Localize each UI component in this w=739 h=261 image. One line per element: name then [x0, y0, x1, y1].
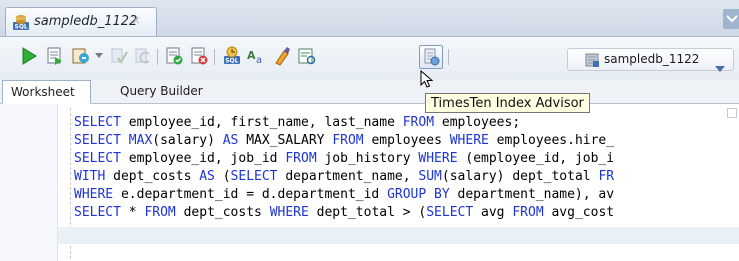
- sql-keyword: WHERE: [269, 205, 309, 220]
- sql-keyword: SELECT: [74, 115, 121, 130]
- sql-keyword: SELECT: [74, 133, 121, 148]
- sql-text: dept_total > (: [308, 205, 427, 220]
- document-tab-label: sampledb_1122: [34, 14, 138, 29]
- sql-text: (salary) dept_total: [441, 169, 599, 184]
- sql-keyword: SELECT: [74, 151, 121, 166]
- sql-text: (: [214, 169, 231, 184]
- sql-keyword: WHERE: [449, 133, 489, 148]
- current-line-highlight: [58, 227, 739, 244]
- code-line[interactable]: SELECT employee_id, job_id FROM job_hist…: [74, 150, 614, 167]
- commit-icon[interactable]: [108, 45, 130, 67]
- rollback-icon[interactable]: [132, 45, 154, 67]
- clear-icon[interactable]: [271, 45, 293, 67]
- code-line[interactable]: SELECT employee_id, first_name, last_nam…: [74, 114, 520, 131]
- sql-keyword: FROM: [285, 151, 317, 166]
- sql-text: department_name,: [277, 169, 419, 184]
- sql-text: employees.hire_: [488, 133, 615, 148]
- sql-text: (salary): [152, 133, 223, 148]
- sql-keyword: FROM: [402, 115, 435, 130]
- sql-keyword: SELECT: [426, 205, 474, 220]
- toolbar-separator: [448, 49, 449, 65]
- sql-text: avg_cost: [543, 205, 615, 220]
- sql-keyword: FROM: [144, 205, 176, 220]
- sql-tuning-icon[interactable]: [188, 45, 210, 67]
- sql-text: employees: [363, 133, 450, 148]
- autotrace-dropdown-icon[interactable]: [94, 45, 104, 67]
- autotrace-icon[interactable]: [70, 45, 92, 67]
- database-connection-icon: [584, 52, 600, 72]
- sql-history-icon[interactable]: SQL: [221, 45, 243, 67]
- connection-select[interactable]: sampledb_1122: [567, 48, 734, 72]
- sql-keyword: WHERE: [74, 187, 114, 202]
- sql-text: employees;: [434, 115, 521, 130]
- code-line[interactable]: SELECT * FROM dept_costs WHERE dept_tota…: [74, 204, 614, 221]
- code-line[interactable]: SELECT MAX(salary) AS MAX_SALARY FROM em…: [74, 132, 614, 149]
- sql-text: dept_costs: [175, 205, 270, 220]
- sql-worksheet-icon: SQL: [12, 13, 30, 35]
- to-upper-icon[interactable]: Aa: [246, 45, 268, 67]
- sql-keyword: SUM: [418, 169, 442, 184]
- sql-text: *: [120, 205, 145, 220]
- document-tab-sampledb[interactable]: SQL sampledb_1122 ×: [5, 7, 157, 36]
- close-icon[interactable]: ×: [131, 13, 141, 27]
- sql-keyword: SELECT: [74, 205, 121, 220]
- svg-text:a: a: [256, 55, 262, 66]
- sql-keyword: FR: [598, 169, 615, 184]
- tooltip: TimesTen Index Advisor: [425, 93, 590, 113]
- sql-text: dept_costs: [105, 169, 200, 184]
- timesten-index-advisor-button[interactable]: [419, 45, 443, 69]
- tab-list-dropdown[interactable]: [723, 9, 739, 29]
- sql-text: MAX_SALARY: [238, 133, 333, 148]
- run-statement-icon[interactable]: [18, 45, 40, 67]
- sql-keyword: WITH: [74, 169, 106, 184]
- svg-text:SQL: SQL: [15, 24, 28, 31]
- mouse-pointer-icon: [420, 69, 434, 94]
- sql-text: department_name), av: [449, 187, 615, 202]
- sql-keyword: AS: [222, 133, 239, 148]
- toolbar-separator: [214, 49, 215, 65]
- document-tab-strip: SQL sampledb_1122 ×: [0, 0, 739, 37]
- sql-keyword: FROM: [332, 133, 364, 148]
- sql-text: job_history: [316, 151, 419, 166]
- line-gutter: [0, 104, 58, 261]
- toolbar-separator: [157, 49, 158, 65]
- sql-text: e.department_id = d.department_id: [113, 187, 388, 202]
- sql-keyword: FROM: [512, 205, 544, 220]
- tab-query-builder[interactable]: Query Builder: [112, 80, 211, 103]
- sql-editor[interactable]: SELECT employee_id, first_name, last_nam…: [0, 104, 739, 261]
- chevron-down-icon: [715, 57, 725, 76]
- code-line[interactable]: WITH dept_costs AS (SELECT department_na…: [74, 168, 614, 185]
- editor-mode-tabs: Worksheet Query Builder: [0, 80, 739, 104]
- sql-keyword: MAX: [128, 133, 153, 148]
- explain-plan-icon[interactable]: [163, 45, 185, 67]
- svg-text:A: A: [247, 49, 256, 62]
- sql-text: (employee_id, job_i: [457, 151, 615, 166]
- svg-text:SQL: SQL: [225, 58, 238, 65]
- run-script-icon[interactable]: [44, 45, 66, 67]
- sql-text: avg: [473, 205, 513, 220]
- sql-keyword: GROUP BY: [387, 187, 450, 202]
- sql-keyword: SELECT: [230, 169, 278, 184]
- sql-keyword: WHERE: [418, 151, 458, 166]
- connection-label: sampledb_1122: [604, 52, 700, 66]
- code-line[interactable]: WHERE e.department_id = d.department_id …: [74, 186, 614, 203]
- sql-keyword: AS: [199, 169, 215, 184]
- find-icon[interactable]: [296, 45, 318, 67]
- tab-worksheet[interactable]: Worksheet: [2, 80, 91, 104]
- worksheet-toolbar: SQL Aa sampledb_1122: [0, 37, 739, 80]
- sql-text: employee_id, job_id: [120, 151, 286, 166]
- sql-text: employee_id, first_name, last_name: [120, 115, 403, 130]
- overview-marker: [727, 108, 737, 118]
